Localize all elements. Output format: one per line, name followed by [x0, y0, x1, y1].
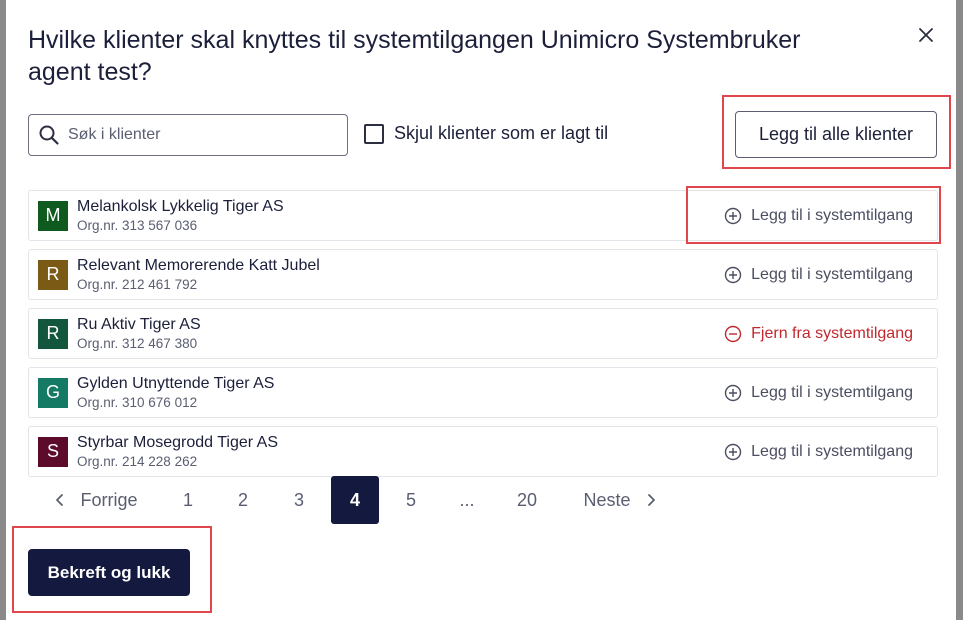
client-selection-modal: Hvilke klienter skal knyttes til systemt… — [6, 0, 956, 620]
client-info: Melankolsk Lykkelig Tiger AS Org.nr. 313 … — [77, 198, 284, 234]
client-row: S Styrbar Mosegrodd Tiger AS Org.nr. 214 2… — [28, 426, 938, 477]
search-icon — [39, 125, 59, 145]
client-avatar: R — [38, 259, 68, 290]
client-row: R Relevant Memorerende Katt Jubel Org.nr. … — [28, 249, 938, 300]
add-to-system-access-button[interactable]: Legg til i systemtilgang — [724, 368, 913, 417]
client-name: Relevant Memorerende Katt Jubel — [77, 256, 320, 274]
client-avatar: S — [38, 436, 68, 467]
client-name: Ru Aktiv Tiger AS — [77, 315, 201, 333]
client-org-number: Org.nr. 212 461 792 — [77, 276, 198, 292]
pagination-prev[interactable]: Forrige — [48, 476, 144, 524]
pagination-prev-label: Forrige — [80, 489, 138, 510]
client-action-label: Fjern fra systemtilgang — [751, 324, 913, 342]
client-name: Melankolsk Lykkelig Tiger AS — [77, 197, 284, 215]
client-avatar: M — [38, 200, 68, 231]
client-avatar: G — [38, 377, 68, 408]
client-org-number: Org.nr. 214 228 262 — [77, 453, 198, 469]
client-org-number: Org.nr. 313 567 036 — [77, 217, 198, 233]
client-org-number: Org.nr. 310 676 012 — [77, 394, 198, 410]
client-info: Relevant Memorerende Katt Jubel Org.nr. 2… — [77, 257, 320, 293]
pagination-page[interactable]: 3 — [275, 476, 323, 524]
search-input[interactable] — [66, 125, 330, 145]
plus-circle-icon — [724, 384, 742, 401]
hide-added-label: Skjul klienter som er lagt til — [394, 123, 609, 143]
pagination-page[interactable]: 20 — [503, 476, 551, 524]
pagination-page[interactable]: 5 — [387, 476, 435, 524]
client-org-number: Org.nr. 312 467 380 — [77, 335, 198, 351]
pagination: Forrige 1 2 3 4 5 ... 20 Neste — [6, 476, 956, 524]
close-icon — [919, 28, 933, 42]
close-button[interactable] — [911, 20, 941, 50]
chevron-right-icon — [647, 494, 655, 506]
add-to-system-access-button[interactable]: Legg til i systemtilgang — [724, 427, 913, 476]
pagination-next-label: Neste — [583, 489, 631, 510]
minus-circle-icon — [724, 325, 742, 342]
remove-from-system-access-button[interactable]: Fjern fra systemtilgang — [724, 309, 913, 358]
modal-title: Hvilke klienter skal knyttes til systemt… — [28, 26, 801, 86]
client-name: Styrbar Mosegrodd Tiger AS — [77, 433, 278, 451]
client-action-label: Legg til i systemtilgang — [751, 383, 913, 401]
client-info: Ru Aktiv Tiger AS Org.nr. 312 467 380 — [77, 316, 201, 352]
client-action-label: Legg til i systemtilgang — [751, 265, 913, 283]
pagination-page[interactable]: 1 — [164, 476, 212, 524]
plus-circle-icon — [724, 443, 742, 460]
highlight-box — [686, 186, 941, 244]
client-info: Gylden Utnyttende Tiger AS Org.nr. 310 67… — [77, 375, 274, 411]
add-all-clients-button[interactable]: Legg til alle klienter — [735, 111, 937, 158]
hide-added-option[interactable]: Skjul klienter som er lagt til — [364, 123, 608, 144]
pagination-page[interactable]: 2 — [219, 476, 267, 524]
client-name: Gylden Utnyttende Tiger AS — [77, 374, 275, 392]
client-action-label: Legg til i systemtilgang — [751, 442, 913, 460]
client-info: Styrbar Mosegrodd Tiger AS Org.nr. 214 22… — [77, 434, 278, 470]
chevron-left-icon — [56, 494, 64, 506]
pagination-next[interactable]: Neste — [574, 476, 666, 524]
search-field[interactable] — [28, 114, 348, 156]
pagination-ellipsis: ... — [459, 489, 475, 510]
hide-added-checkbox[interactable] — [364, 123, 384, 144]
plus-circle-icon — [724, 266, 742, 283]
add-to-system-access-button[interactable]: Legg til i systemtilgang — [724, 250, 913, 299]
client-row: R Ru Aktiv Tiger AS Org.nr. 312 467 380 Fje… — [28, 308, 938, 359]
client-row: G Gylden Utnyttende Tiger AS Org.nr. 310 6… — [28, 367, 938, 418]
confirm-and-close-button[interactable]: Bekreft og lukk — [28, 549, 190, 596]
client-avatar: R — [38, 318, 68, 349]
pagination-page-current[interactable]: 4 — [331, 476, 379, 524]
